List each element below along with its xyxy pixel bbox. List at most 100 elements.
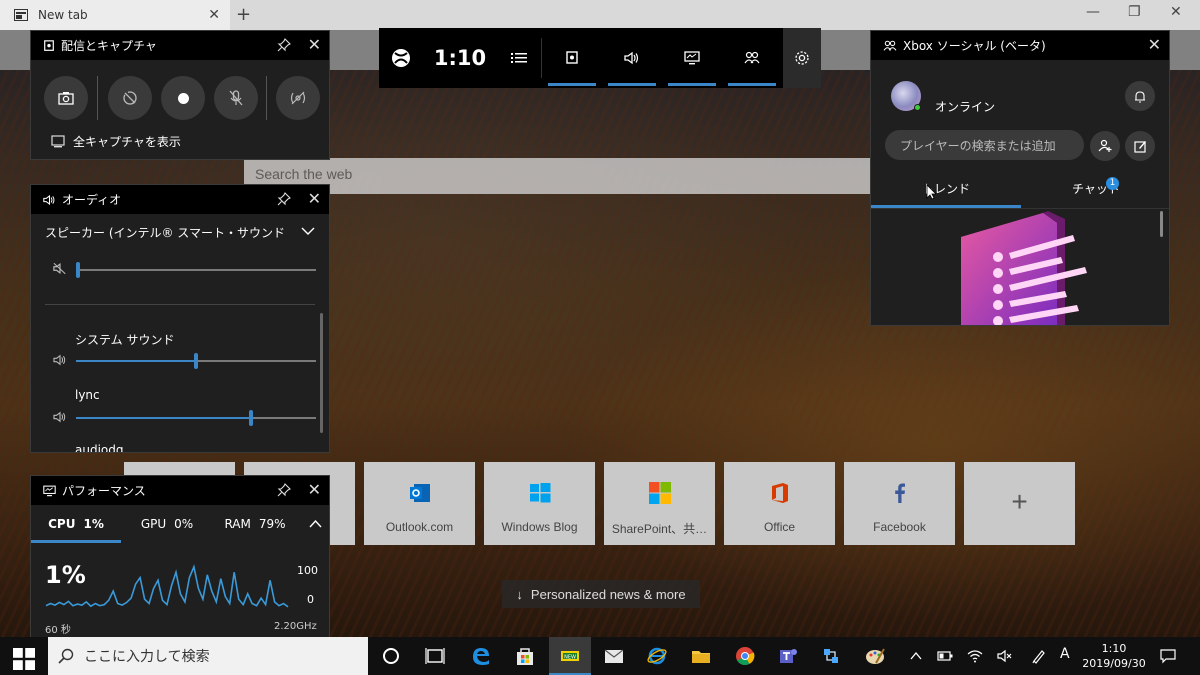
social-widget-toggle[interactable] [722, 28, 782, 88]
taskbar-search-box[interactable]: ここに入力して検索 [48, 637, 368, 675]
browser-tab[interactable]: New tab ✕ [0, 0, 230, 30]
action-center-icon[interactable] [1160, 648, 1176, 664]
add-quick-link-tile[interactable]: + [964, 462, 1075, 545]
xbox-button[interactable] [379, 28, 423, 88]
tab-cpu[interactable]: CPU 1% [31, 505, 121, 543]
pin-icon[interactable] [277, 483, 291, 497]
divider [45, 304, 315, 305]
tab-chat[interactable]: チャット 1 [1021, 174, 1169, 208]
pin-icon[interactable] [277, 38, 291, 52]
web-search-input[interactable]: Search the web [244, 158, 870, 194]
system-sound-volume-slider[interactable] [76, 353, 316, 369]
capture-panel: 配信とキャプチャ ✕ 全キャプチャを表示 [30, 30, 330, 160]
master-volume-slider[interactable] [76, 262, 316, 278]
compose-message-button[interactable] [1125, 131, 1155, 161]
minimize-icon[interactable]: — [1086, 4, 1100, 20]
tab-title: New tab [38, 8, 88, 22]
monitor-icon [43, 485, 56, 496]
store-icon[interactable] [514, 645, 536, 667]
microsoft-icon [649, 482, 671, 504]
quick-link-office[interactable]: Office [724, 462, 835, 545]
notifications-button[interactable] [1125, 81, 1155, 111]
show-all-captures-link[interactable]: 全キャプチャを表示 [51, 133, 181, 150]
close-icon[interactable]: ✕ [308, 191, 321, 207]
record-button[interactable] [161, 76, 205, 120]
search-icon [58, 648, 74, 664]
file-explorer-icon[interactable] [690, 645, 712, 667]
capture-widget-toggle[interactable] [542, 28, 602, 88]
teams-icon[interactable] [777, 645, 799, 667]
pin-icon[interactable] [277, 192, 291, 206]
quick-link-facebook[interactable]: Facebook [844, 462, 955, 545]
widget-menu-button[interactable] [497, 28, 541, 88]
close-window-icon[interactable]: ✕ [1170, 4, 1182, 20]
system-clock[interactable]: 1:10 2019/09/30 [1080, 641, 1148, 671]
new-tab-button[interactable]: + [236, 4, 251, 25]
divider [266, 76, 267, 120]
chevron-up-icon[interactable] [309, 520, 322, 528]
chrome-icon[interactable] [734, 645, 756, 667]
add-friend-button[interactable] [1090, 131, 1120, 161]
friends-icon [883, 40, 897, 51]
close-icon[interactable]: ✕ [308, 482, 321, 498]
mail-icon[interactable] [603, 645, 625, 667]
close-icon[interactable]: ✕ [308, 37, 321, 53]
task-view-icon[interactable] [424, 645, 446, 667]
tab-trending[interactable]: トレンド [871, 174, 1021, 208]
wifi-icon[interactable] [967, 649, 983, 663]
edge-icon[interactable] [470, 645, 492, 667]
player-search-input[interactable]: プレイヤーの検索または追加 [885, 130, 1084, 160]
cpu-usage-line [45, 564, 289, 608]
tab-gpu[interactable]: GPU 0% [131, 505, 203, 543]
performance-panel-title: パフォーマンス [62, 484, 146, 498]
speaker-icon[interactable] [53, 354, 67, 366]
speaker-icon[interactable] [53, 411, 67, 423]
active-app-button[interactable]: NEW [549, 637, 591, 675]
close-tab-icon[interactable]: ✕ [208, 7, 220, 23]
chevron-up-icon[interactable] [910, 652, 922, 660]
volume-muted-icon[interactable] [997, 649, 1013, 663]
broadcast-icon [290, 91, 306, 105]
tab-ram[interactable]: RAM 79% [219, 505, 291, 543]
broadcast-button[interactable] [276, 76, 320, 120]
speaker-icon [43, 194, 55, 205]
quick-link-sharepoint[interactable]: SharePoint、共… [604, 462, 715, 545]
windows-start-icon[interactable] [13, 648, 35, 670]
tab-page-icon [14, 9, 28, 21]
gallery-icon [51, 135, 65, 148]
settings-button[interactable] [783, 28, 821, 88]
pen-icon[interactable] [1031, 648, 1047, 664]
add-person-icon [1098, 139, 1112, 152]
quick-link-windows-blog[interactable]: Windows Blog [484, 462, 595, 545]
internet-explorer-icon[interactable] [646, 645, 668, 667]
performance-widget-toggle[interactable] [662, 28, 722, 88]
tab-indicator [31, 540, 121, 543]
app-name: lync [75, 388, 100, 402]
network-app-icon[interactable] [820, 645, 842, 667]
quick-link-outlook[interactable]: Outlook.com [364, 462, 475, 545]
xbox-icon [392, 49, 410, 67]
maximize-icon[interactable]: ❐ [1128, 4, 1141, 20]
battery-icon[interactable] [937, 651, 953, 661]
clock-time: 1:10 [1101, 642, 1127, 655]
speaker-muted-icon[interactable] [53, 262, 67, 275]
record-last-button[interactable] [108, 76, 152, 120]
input-language-icon[interactable]: A [1060, 646, 1070, 662]
office-icon [772, 483, 788, 503]
audio-device-select[interactable]: スピーカー (インテル® スマート・サウンド・テクノロ… [45, 224, 285, 241]
scrollbar[interactable] [1160, 211, 1163, 237]
record-icon [177, 92, 189, 104]
lync-volume-slider[interactable] [76, 410, 316, 426]
tile-label: Outlook.com [385, 520, 454, 534]
chevron-down-icon[interactable] [301, 227, 315, 236]
paint-icon[interactable] [864, 645, 886, 667]
personalized-news-button[interactable]: ↓ Personalized news & more [502, 580, 700, 608]
mic-button[interactable] [214, 76, 258, 120]
social-panel-header: Xbox ソーシャル (ベータ) ✕ [871, 31, 1169, 60]
cortana-icon[interactable] [380, 645, 402, 667]
screenshot-button[interactable] [44, 76, 88, 120]
close-icon[interactable]: ✕ [1148, 37, 1161, 53]
scrollbar[interactable] [320, 313, 323, 433]
audio-widget-toggle[interactable] [602, 28, 662, 88]
online-status-label[interactable]: オンライン [935, 98, 995, 115]
